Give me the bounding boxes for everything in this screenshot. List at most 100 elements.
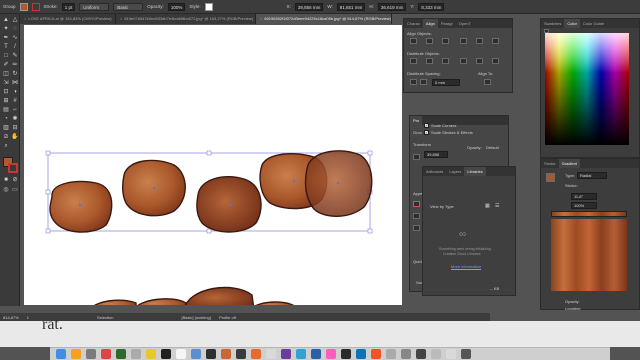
graphic-style-swatch[interactable]	[204, 2, 213, 11]
brush-definition-dropdown[interactable]: Basic	[113, 2, 144, 11]
dock-app-icon[interactable]	[131, 349, 141, 359]
free-transform-tool-icon[interactable]: ⊡	[2, 89, 10, 96]
tab-opentype[interactable]: OpenT	[456, 19, 474, 28]
selection-handle[interactable]	[367, 228, 373, 234]
dock-app-icon[interactable]	[191, 349, 201, 359]
dock-app-icon[interactable]	[446, 349, 456, 359]
dock-app-icon[interactable]	[71, 349, 81, 359]
align-left-icon[interactable]	[410, 38, 417, 44]
reference-point-icon[interactable]	[413, 154, 420, 160]
dock-app-icon[interactable]	[176, 349, 186, 359]
tab-color[interactable]: Color	[564, 19, 580, 28]
gradient-fill-swatch[interactable]	[546, 173, 555, 182]
bean-shape[interactable]	[184, 286, 255, 305]
paintbrush-tool-icon[interactable]: ✎	[11, 53, 19, 60]
dock-app-icon[interactable]	[461, 349, 471, 359]
dock-app-icon[interactable]	[161, 349, 171, 359]
align-bottom-icon[interactable]	[492, 38, 499, 44]
align-hcenter-icon[interactable]	[426, 38, 433, 44]
selection-handle[interactable]	[45, 228, 51, 234]
h-field[interactable]: 36,619 mm	[377, 2, 407, 11]
artboard-tool-icon[interactable]: ⊟	[11, 125, 19, 132]
dock-app-icon[interactable]	[116, 349, 126, 359]
bean-shape[interactable]	[134, 298, 187, 305]
dock-app-icon[interactable]	[401, 349, 411, 359]
hand-tool-icon[interactable]: ✋	[11, 134, 19, 141]
gradient-angle-field[interactable]: 11,8°	[571, 193, 597, 200]
list-view-icon[interactable]: ☰	[495, 203, 499, 209]
scale-corners-checkbox[interactable]: ✓	[424, 123, 429, 128]
tab-601963-active[interactable]: × 60196302f1f072cBeee94229c18ca05b.jpg* @…	[256, 14, 392, 24]
tab-character[interactable]: Charac	[404, 19, 423, 28]
dock-app-icon[interactable]	[101, 349, 111, 359]
dock-app-icon[interactable]	[266, 349, 276, 359]
align-vcenter-icon[interactable]	[476, 38, 483, 44]
tab-swatches[interactable]: Swatches	[541, 19, 564, 28]
none-mode-icon[interactable]: ⊘	[11, 177, 19, 184]
opacity-field[interactable]: 100%	[167, 2, 186, 11]
tab-gradient[interactable]: Gradient	[558, 159, 580, 168]
dock-app-icon[interactable]	[251, 349, 261, 359]
gradient-tool-icon[interactable]: ▤	[2, 107, 10, 114]
distribute-hcenter-icon[interactable]	[476, 58, 483, 64]
close-icon[interactable]: ×	[260, 16, 262, 21]
tab-libraries[interactable]: Libraries	[464, 167, 486, 176]
x-field[interactable]: 39,856 mm	[294, 2, 324, 11]
distribute-bottom-icon[interactable]	[442, 58, 449, 64]
appearance-fill-icon[interactable]	[413, 201, 420, 207]
pen-tool-icon[interactable]: ✒	[2, 35, 10, 42]
drawing-mode-icon[interactable]: ◎	[2, 187, 10, 194]
rotate-tool-icon[interactable]: ↻	[11, 71, 19, 78]
dock-app-icon[interactable]	[281, 349, 291, 359]
color-mode-icon[interactable]: ■	[2, 177, 10, 184]
selection-handle[interactable]	[206, 150, 212, 156]
dock-app-icon[interactable]	[146, 349, 156, 359]
distribute-right-icon[interactable]	[492, 58, 499, 64]
distribute-top-icon[interactable]	[410, 58, 417, 64]
align-right-icon[interactable]	[442, 38, 449, 44]
tab-819e07[interactable]: × 819e07b547b0ed933db7e4bdd98bc672.jpg* @…	[116, 14, 256, 24]
spacing-field[interactable]: 0 mm	[432, 79, 460, 86]
dock-app-icon[interactable]	[431, 349, 441, 359]
dock-app-icon[interactable]	[206, 349, 216, 359]
shaper-tool-icon[interactable]: ✐	[2, 62, 10, 69]
symbol-sprayer-tool-icon[interactable]: ✺	[11, 116, 19, 123]
blend-tool-icon[interactable]: ◔	[2, 116, 10, 123]
align-top-icon[interactable]	[460, 38, 467, 44]
dock-app-icon[interactable]	[326, 349, 336, 359]
mesh-tool-icon[interactable]: #	[11, 98, 19, 105]
dock-app-icon[interactable]	[236, 349, 246, 359]
zoom-level[interactable]: 814,67%	[3, 315, 19, 320]
pencil-tool-icon[interactable]: ✏	[11, 62, 19, 69]
close-icon[interactable]: ×	[24, 16, 26, 21]
dock-app-icon[interactable]	[56, 349, 66, 359]
fill-swatch[interactable]	[19, 2, 28, 11]
align-to-selection-icon[interactable]	[484, 79, 491, 85]
selection-tool-icon[interactable]: ▲	[2, 17, 10, 24]
tab-layers[interactable]: Layers	[446, 167, 464, 176]
bean-shape[interactable]	[90, 299, 137, 305]
y-field[interactable]: 8,333 mm	[418, 2, 445, 11]
gradient-slider[interactable]	[551, 211, 627, 217]
line-tool-icon[interactable]: /	[11, 44, 19, 51]
appearance-stroke-icon[interactable]	[413, 213, 420, 219]
tab-color-guide[interactable]: Color Guide	[580, 19, 607, 28]
scale-tool-icon[interactable]: ⇲	[2, 80, 10, 87]
dock-app-icon[interactable]	[311, 349, 321, 359]
gradient-aspect-ratio-field[interactable]: 100%	[571, 202, 597, 209]
gradient-type-dropdown[interactable]: Radial	[577, 172, 607, 179]
distribute-hspace-icon[interactable]	[420, 79, 427, 85]
grid-view-icon[interactable]: ▦	[485, 203, 490, 209]
selection-handle[interactable]	[206, 228, 212, 234]
bean-shape[interactable]	[49, 180, 113, 233]
lasso-tool-icon[interactable]: ◌	[11, 26, 19, 33]
selection-handle[interactable]	[367, 150, 373, 156]
tab-artboards[interactable]: Artboards	[423, 167, 446, 176]
perspective-grid-tool-icon[interactable]: ⊞	[2, 98, 10, 105]
dock-app-icon[interactable]	[416, 349, 426, 359]
rectangle-tool-icon[interactable]: □	[2, 53, 10, 60]
slice-tool-icon[interactable]: ⧄	[2, 134, 10, 141]
direct-selection-tool-icon[interactable]: △	[11, 17, 19, 24]
curvature-tool-icon[interactable]: ∿	[11, 35, 19, 42]
zoom-tool-icon[interactable]: ⌕	[2, 143, 10, 150]
